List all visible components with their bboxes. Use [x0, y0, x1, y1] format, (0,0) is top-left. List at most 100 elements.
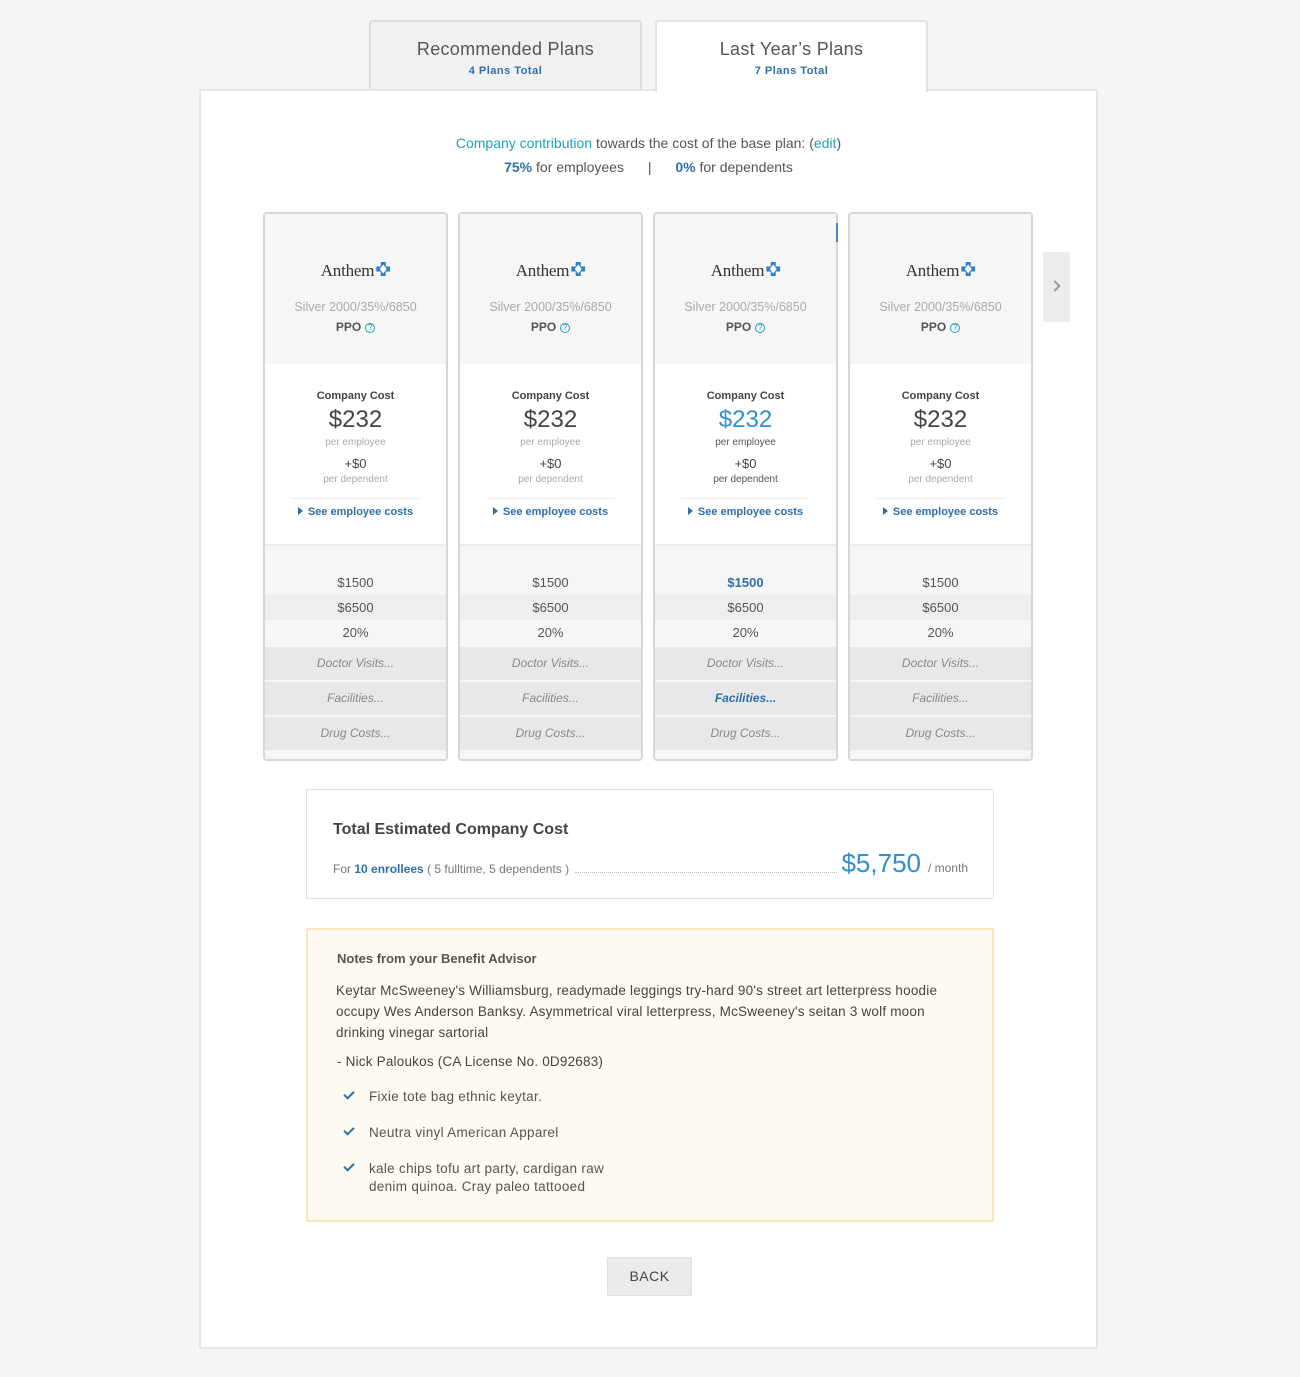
list-item: Neutra vinyl American Apparel — [343, 1124, 639, 1142]
total-amount: $5,750 — [841, 848, 921, 878]
deductible: $1500 — [265, 570, 446, 595]
caret-right-icon — [882, 507, 888, 515]
see-employee-costs-label: See employee costs — [892, 506, 999, 518]
see-employee-costs-label: See employee costs — [307, 506, 414, 518]
edit-contribution-link[interactable]: edit — [814, 135, 837, 151]
company-cost-amount: $232 — [328, 406, 383, 433]
help-icon[interactable]: ? — [950, 323, 961, 333]
plan-costs: Company Cost $232 per employee +$0 per depen… — [850, 364, 1031, 544]
tab-title: Recommended Plans — [416, 39, 595, 59]
help-icon[interactable]: ? — [560, 323, 571, 333]
per-employee-label: per employee — [325, 437, 386, 448]
divider — [876, 498, 1005, 499]
plan-type-label: PPO — [725, 320, 752, 334]
plan-costs: Company Cost $232 per employee +$0 per depen… — [655, 364, 836, 544]
carrier-name: Anthem — [710, 261, 765, 280]
doctor-visits-link[interactable]: Doctor Visits... — [265, 647, 446, 680]
plan-name: Silver 2000/35%/6850 — [489, 300, 612, 314]
help-icon[interactable]: ? — [755, 323, 766, 333]
out-of-pocket-max: $6500 — [655, 595, 836, 620]
tab-plan-count: 7 Plans Total — [754, 65, 829, 77]
facilities-link[interactable]: Facilities... — [460, 682, 641, 715]
deductible: $1500 — [460, 570, 641, 595]
plan-type-label: PPO — [530, 320, 557, 334]
list-item: kale chips tofu art party, cardigan raw … — [343, 1160, 639, 1196]
divider — [486, 498, 615, 499]
see-employee-costs-label: See employee costs — [502, 506, 609, 518]
plan-card-header: Anthem Silver 2000/35%/6850 PPO? — [850, 214, 1031, 364]
plan-type: PPO? — [460, 320, 641, 334]
enrollees-link[interactable]: 10 enrollees — [354, 862, 423, 876]
plan-card-header: Anthem Silver 2000/35%/6850 PPO? — [655, 214, 836, 364]
plan-type-label: PPO — [920, 320, 947, 334]
per-dependent-label: per dependent — [908, 474, 973, 485]
plan-name: Silver 2000/35%/6850 — [879, 300, 1002, 314]
facilities-link[interactable]: Facilities... — [265, 682, 446, 715]
tab-last-years-plans[interactable]: Last Year’s Plans 7 Plans Total — [655, 20, 928, 92]
contribution-text: towards the cost of the base plan: — [595, 135, 806, 151]
company-contribution: Company contribution towards the cost of… — [201, 135, 1096, 175]
coinsurance: 20% — [850, 620, 1031, 645]
see-employee-costs-link[interactable]: See employee costs — [265, 506, 446, 518]
plan-card[interactable]: Anthem Silver 2000/35%/6850 PPO? Company Co… — [263, 212, 448, 761]
drug-costs-link[interactable]: Drug Costs... — [460, 717, 641, 750]
plan-details: $1500 $6500 20% Doctor Visits... Facilities.… — [655, 544, 836, 759]
doctor-visits-link[interactable]: Doctor Visits... — [460, 647, 641, 680]
doctor-visits-link[interactable]: Doctor Visits... — [655, 647, 836, 680]
per-dependent-label: per dependent — [713, 474, 778, 485]
drug-costs-link[interactable]: Drug Costs... — [265, 717, 446, 750]
carrier-logo: Anthem — [321, 261, 391, 281]
blue-cross-icon — [961, 262, 976, 276]
for-prefix: For — [333, 862, 351, 876]
plan-details: $1500 $6500 20% Doctor Visits... Facilities.… — [460, 544, 641, 759]
drug-costs-link[interactable]: Drug Costs... — [655, 717, 836, 750]
plan-costs: Company Cost $232 per employee +$0 per depen… — [265, 364, 446, 544]
company-cost-amount: $232 — [913, 406, 968, 433]
see-employee-costs-link[interactable]: See employee costs — [850, 506, 1031, 518]
check-icon — [343, 1160, 355, 1172]
paren: ) — [836, 135, 842, 151]
out-of-pocket-max: $6500 — [265, 595, 446, 620]
company-cost-amount: $232 — [523, 406, 578, 433]
caret-right-icon — [297, 507, 303, 515]
see-employee-costs-link[interactable]: See employee costs — [460, 506, 641, 518]
back-button[interactable]: BACK — [607, 1257, 692, 1296]
drug-costs-link[interactable]: Drug Costs... — [850, 717, 1031, 750]
dependent-cost: +$0 — [929, 456, 952, 471]
help-icon[interactable]: ? — [365, 323, 376, 333]
blue-cross-icon — [376, 262, 391, 276]
doctor-visits-link[interactable]: Doctor Visits... — [850, 647, 1031, 680]
tab-title: Last Year’s Plans — [719, 39, 864, 59]
separator: | — [647, 159, 652, 175]
company-cost-label: Company Cost — [511, 390, 590, 402]
plan-card[interactable]: UPDATEDAnthemSilver 2000/35%/6850PPO?Com… — [653, 212, 838, 761]
company-cost-amount: $232 — [718, 406, 773, 433]
plan-type-label: PPO — [335, 320, 362, 334]
total-period: / month — [927, 861, 968, 875]
out-of-pocket-max: $6500 — [460, 595, 641, 620]
facilities-link[interactable]: Facilities... — [655, 682, 836, 715]
employee-contribution-pct: 75% — [504, 159, 533, 175]
per-dependent-label: per dependent — [323, 474, 388, 485]
plan-card[interactable]: Anthem Silver 2000/35%/6850 PPO? Company Co… — [848, 212, 1033, 761]
see-employee-costs-link[interactable]: See employee costs — [655, 506, 836, 518]
advisor-notes: Notes from your Benefit Advisor Keytar M… — [306, 928, 994, 1222]
enrollee-breakdown: ( 5 fulltime, 5 dependents ) — [427, 862, 570, 876]
next-plans-button[interactable] — [1043, 252, 1070, 322]
company-cost-label: Company Cost — [901, 390, 980, 402]
dependent-contribution-label: for dependents — [699, 159, 793, 175]
plan-type: PPO? — [850, 320, 1031, 334]
company-contribution-link[interactable]: Company contribution — [456, 135, 592, 151]
plan-name: Silver 2000/35%/6850 — [684, 300, 807, 314]
check-icon — [343, 1088, 355, 1100]
list-item: Fixie tote bag ethnic keytar. — [343, 1088, 639, 1106]
per-employee-label: per employee — [910, 437, 971, 448]
carrier-logo: Anthem — [906, 261, 976, 281]
facilities-link[interactable]: Facilities... — [850, 682, 1031, 715]
company-cost-label: Company Cost — [316, 390, 395, 402]
plan-card[interactable]: Anthem Silver 2000/35%/6850 PPO? Company Co… — [458, 212, 643, 761]
tab-recommended-plans[interactable]: Recommended Plans 4 Plans Total — [369, 20, 642, 92]
company-cost-label: Company Cost — [706, 390, 785, 402]
plans-panel: Company contribution towards the cost of… — [199, 89, 1098, 1349]
see-employee-costs-label: See employee costs — [697, 506, 804, 518]
